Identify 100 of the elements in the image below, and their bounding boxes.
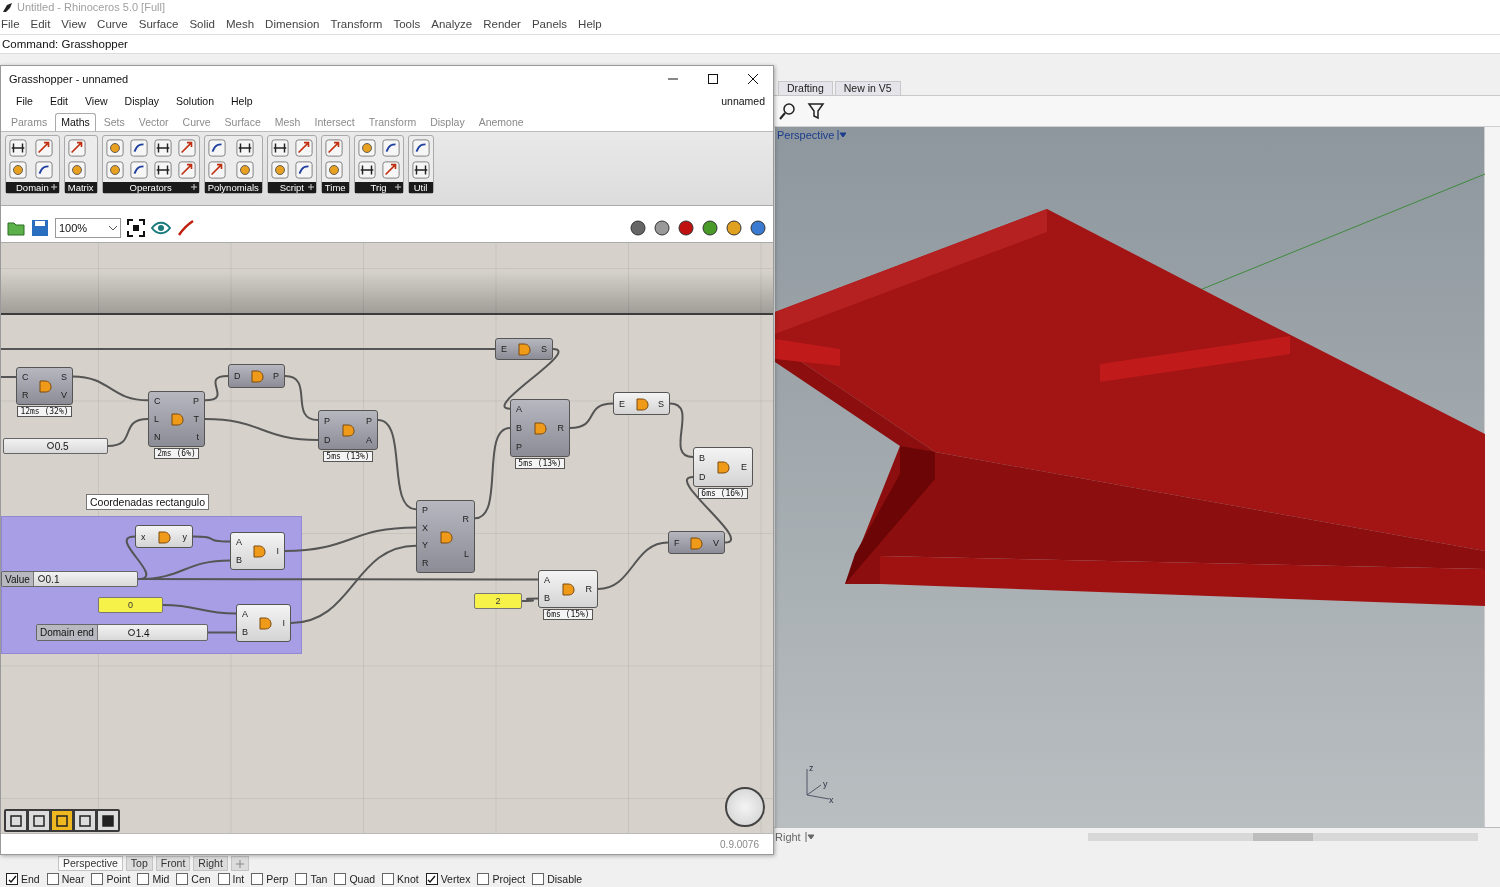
osnap-checkbox[interactable]: Quad: [334, 873, 376, 885]
component-icon[interactable]: [35, 161, 54, 179]
viewport-tab[interactable]: Perspective: [58, 856, 123, 871]
menu-item[interactable]: View: [85, 95, 108, 107]
menu-item[interactable]: File: [1, 18, 20, 30]
toolbar-tab[interactable]: New in V5: [834, 81, 901, 95]
menu-item[interactable]: Help: [231, 95, 253, 107]
menu-item[interactable]: Solid: [189, 18, 215, 30]
close-icon[interactable]: [748, 73, 758, 84]
component-icon[interactable]: [411, 161, 430, 179]
display-mode-icon[interactable]: [701, 219, 719, 237]
maximize-icon[interactable]: [708, 73, 718, 84]
component-icon[interactable]: [129, 161, 148, 179]
ribbon-tab[interactable]: Anemone: [472, 113, 530, 131]
value-panel[interactable]: 2: [474, 593, 522, 609]
canvas[interactable]: [1, 243, 773, 833]
menu-item[interactable]: Tools: [393, 18, 421, 30]
number-slider[interactable]: 0.5: [3, 438, 108, 454]
osnap-checkbox[interactable]: Vertex: [425, 873, 471, 885]
display-mode-icon[interactable]: [725, 219, 743, 237]
number-slider[interactable]: Value 0.1: [1, 571, 138, 587]
component-node[interactable]: x y: [135, 525, 193, 548]
expand-icon[interactable]: [307, 184, 314, 190]
ribbon-tab[interactable]: Surface: [218, 113, 267, 131]
zoom-extents-icon[interactable]: [127, 219, 145, 237]
ribbon-tab[interactable]: Display: [424, 113, 471, 131]
component-node[interactable]: A B R: [538, 570, 598, 608]
component-icon[interactable]: [129, 139, 148, 157]
menu-item[interactable]: Curve: [97, 18, 128, 30]
component-node[interactable]: B D E: [693, 447, 753, 487]
eye-icon[interactable]: [151, 219, 171, 237]
menu-item[interactable]: Mesh: [226, 18, 255, 30]
menu-item[interactable]: Surface: [138, 18, 179, 30]
display-mode-icon[interactable]: [629, 219, 647, 237]
menu-item[interactable]: Panels: [531, 18, 568, 30]
menu-item[interactable]: Edit: [49, 95, 68, 107]
expand-icon[interactable]: [190, 184, 197, 190]
osnap-checkbox[interactable]: Disable: [532, 873, 583, 885]
osnap-checkbox[interactable]: Knot: [382, 873, 419, 885]
component-node[interactable]: E S: [495, 338, 553, 360]
component-icon[interactable]: [153, 161, 172, 179]
navigation-compass[interactable]: [725, 787, 765, 827]
ribbon-tab[interactable]: Intersect: [308, 113, 361, 131]
osnap-checkbox[interactable]: Int: [217, 873, 245, 885]
component-icon[interactable]: [270, 139, 289, 157]
component-icon[interactable]: [207, 139, 226, 157]
osnap-checkbox[interactable]: End: [6, 873, 40, 885]
component-node[interactable]: E S: [613, 392, 670, 415]
widget-button[interactable]: [98, 811, 118, 830]
ribbon-tab[interactable]: Mesh: [268, 113, 307, 131]
osnap-checkbox[interactable]: Mid: [137, 873, 170, 885]
menu-item[interactable]: Display: [124, 95, 160, 107]
component-node[interactable]: C R S V: [16, 367, 73, 405]
dropdown-caret-icon[interactable]: [804, 831, 814, 842]
component-node[interactable]: P X Y R R L: [416, 500, 475, 573]
viewport[interactable]: Perspective z y x: [775, 127, 1484, 827]
widget-button[interactable]: [52, 811, 72, 830]
component-icon[interactable]: [294, 161, 313, 179]
zoom-icon[interactable]: [778, 101, 798, 121]
menu-item[interactable]: Transform: [330, 18, 383, 30]
folder-icon[interactable]: [7, 219, 25, 237]
menu-item[interactable]: Help: [578, 18, 602, 30]
component-node[interactable]: F V: [668, 531, 725, 554]
component-icon[interactable]: [357, 161, 376, 179]
viewport-tab[interactable]: Top: [125, 856, 153, 871]
ribbon-tab[interactable]: Sets: [97, 113, 131, 131]
osnap-checkbox[interactable]: Project: [477, 873, 526, 885]
display-mode-icon[interactable]: [653, 219, 671, 237]
display-mode-icon[interactable]: [677, 219, 695, 237]
component-node[interactable]: A B I: [236, 604, 291, 642]
component-icon[interactable]: [381, 139, 400, 157]
viewport-name[interactable]: Right: [775, 830, 801, 843]
widget-button[interactable]: [75, 811, 95, 830]
component-icon[interactable]: [153, 139, 172, 157]
component-node[interactable]: C L N P T t: [148, 391, 205, 447]
scroll-bar[interactable]: [1087, 832, 1478, 841]
ribbon-tab[interactable]: Vector: [132, 113, 175, 131]
viewport-tab[interactable]: Right: [193, 856, 228, 871]
component-icon[interactable]: [411, 139, 430, 157]
display-mode-icon[interactable]: [749, 219, 767, 237]
expand-icon[interactable]: [394, 184, 401, 190]
osnap-checkbox[interactable]: Perp: [251, 873, 289, 885]
osnap-checkbox[interactable]: Point: [91, 873, 131, 885]
save-icon[interactable]: [31, 219, 49, 237]
menu-item[interactable]: Solution: [176, 95, 214, 107]
viewport-name[interactable]: Perspective: [777, 129, 835, 141]
menu-item[interactable]: Analyze: [431, 18, 473, 30]
menu-item[interactable]: View: [61, 18, 87, 30]
toolbar-tab[interactable]: Drafting: [778, 81, 833, 95]
component-node[interactable]: D P: [228, 364, 285, 388]
value-panel[interactable]: 0: [98, 597, 163, 613]
component-node[interactable]: P D P A: [318, 410, 378, 450]
menu-item[interactable]: Edit: [30, 18, 51, 30]
number-slider[interactable]: Domain end 1.4: [36, 624, 208, 641]
component-icon[interactable]: [9, 139, 27, 157]
menu-item[interactable]: Dimension: [265, 18, 320, 30]
widget-button[interactable]: [29, 811, 49, 830]
zoom-dropdown[interactable]: 100%: [55, 218, 121, 238]
ribbon-tab[interactable]: Transform: [362, 113, 423, 131]
osnap-checkbox[interactable]: Tan: [295, 873, 328, 885]
